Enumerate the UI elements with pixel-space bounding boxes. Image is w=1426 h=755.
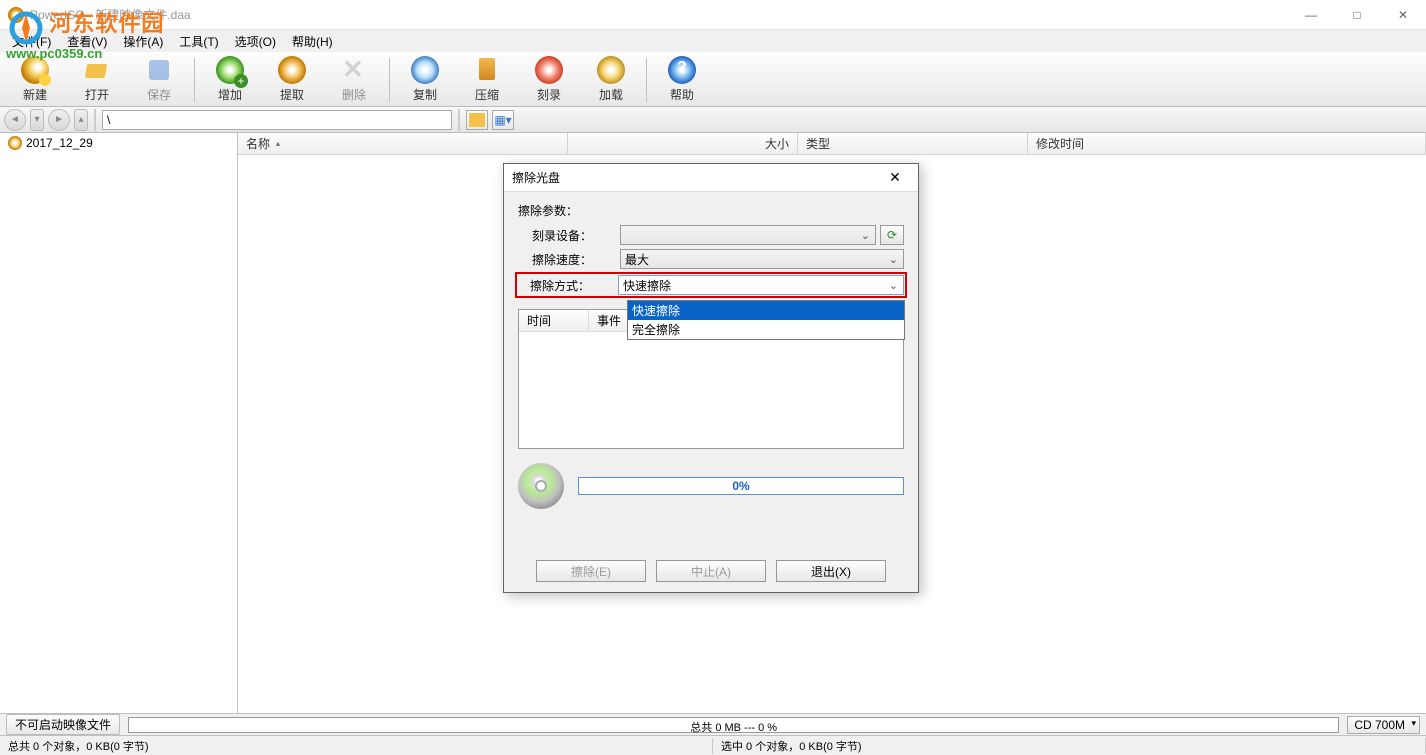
tree-root-label: 2017_12_29 [26,136,93,150]
capacity-text: 总共 0 MB --- 0 % [129,719,1338,735]
col-type[interactable]: 类型 [798,133,1028,154]
status-right: 选中 0 个对象，0 KB(0 字节) [713,738,1426,754]
help-icon [668,56,696,84]
navbar: ◄ ▾ ► ▴ ▦▾ [0,107,1426,133]
save-icon [145,56,173,84]
burn-icon [535,56,563,84]
tb-new[interactable]: 新建 [4,55,66,105]
tb-help[interactable]: 帮助 [651,55,713,105]
col-size[interactable]: 大小 [568,133,798,154]
minimize-button[interactable]: — [1288,0,1334,30]
mount-icon [597,56,625,84]
method-select[interactable]: 快速擦除 [618,275,904,295]
window-title: PowerISO - 新建映像文件.daa [30,6,191,23]
dialog-buttons: 擦除(E) 中止(A) 退出(X) [518,552,904,584]
disc-icon [8,136,22,150]
nav-back[interactable]: ◄ [4,109,26,131]
erase-button: 擦除(E) [536,560,646,582]
tree-root[interactable]: 2017_12_29 [2,135,235,151]
maximize-button[interactable]: □ [1334,0,1380,30]
erase-params-label: 擦除参数： [518,202,904,219]
toolbar-separator [389,58,390,102]
progress-bar: 0% [578,477,904,495]
tree-pane: 2017_12_29 [0,133,238,713]
menu-tools[interactable]: 工具(T) [171,31,226,52]
menu-options[interactable]: 选项(O) [227,31,284,52]
tb-open[interactable]: 打开 [66,55,128,105]
list-header: 名称▴ 大小 类型 修改时间 [238,133,1426,155]
new-icon [21,56,49,84]
device-label: 刻录设备： [532,227,620,244]
list-view-button[interactable]: ▦▾ [492,110,514,130]
speed-select[interactable]: 最大 [620,249,904,269]
tb-burn[interactable]: 刻录 [518,55,580,105]
tb-mount[interactable]: 加载 [580,55,642,105]
device-select[interactable] [620,225,876,245]
method-row: 擦除方式： 快速擦除 [516,273,906,297]
speed-label: 擦除速度： [532,251,620,268]
disc-type-select[interactable]: CD 700M [1347,716,1420,734]
tb-compress[interactable]: 压缩 [456,55,518,105]
disc-image-icon [518,463,564,509]
tb-copy[interactable]: 复制 [394,55,456,105]
menu-help[interactable]: 帮助(H) [284,31,341,52]
method-option-full[interactable]: 完全擦除 [628,320,904,339]
log-col-time[interactable]: 时间 [519,310,589,331]
method-dropdown: 快速擦除 完全擦除 [627,300,905,340]
dialog-titlebar: 擦除光盘 ✕ [504,164,918,192]
refresh-icon: ⟳ [887,228,897,242]
titlebar: PowerISO - 新建映像文件.daa — □ ✕ [0,0,1426,30]
tb-add[interactable]: 增加 [199,55,261,105]
sort-indicator: ▴ [276,139,280,148]
menu-file[interactable]: 文件(F) [4,31,59,52]
status-left: 总共 0 个对象，0 KB(0 字节) [0,738,713,754]
status-bar: 总共 0 个对象，0 KB(0 字节) 选中 0 个对象，0 KB(0 字节) [0,735,1426,755]
method-option-quick[interactable]: 快速擦除 [628,301,904,320]
folder-view-button[interactable] [466,110,488,130]
path-input[interactable] [102,110,452,130]
add-icon [216,56,244,84]
dialog-title-text: 擦除光盘 [512,169,560,186]
nav-separator [458,109,460,131]
boot-type-label[interactable]: 不可启动映像文件 [6,714,120,735]
toolbar-separator [194,58,195,102]
dialog-close-button[interactable]: ✕ [880,169,910,186]
tb-save: 保存 [128,55,190,105]
bottom-info-bar: 不可启动映像文件 总共 0 MB --- 0 % CD 700M [0,713,1426,735]
tb-delete: 删除 [323,55,385,105]
menu-view[interactable]: 查看(V) [59,31,115,52]
menubar: 文件(F) 查看(V) 操作(A) 工具(T) 选项(O) 帮助(H) [0,30,1426,52]
tb-extract[interactable]: 提取 [261,55,323,105]
close-button[interactable]: ✕ [1380,0,1426,30]
speed-row: 擦除速度： 最大 [518,249,904,269]
abort-button: 中止(A) [656,560,766,582]
erase-disc-dialog: 擦除光盘 ✕ 擦除参数： 刻录设备： ⟳ 擦除速度： 最大 擦除方式： 快速擦除… [503,163,919,593]
extract-icon [278,56,306,84]
open-icon [83,56,111,84]
copy-icon [411,56,439,84]
progress-row: 0% [518,463,904,509]
method-label: 擦除方式： [530,277,618,294]
app-icon [8,7,24,23]
delete-icon [340,56,368,84]
device-row: 刻录设备： ⟳ [518,225,904,245]
nav-separator [94,109,96,131]
col-name[interactable]: 名称▴ [238,133,568,154]
capacity-bar: 总共 0 MB --- 0 % [128,717,1339,733]
toolbar-separator [646,58,647,102]
folder-icon [469,113,485,127]
exit-button[interactable]: 退出(X) [776,560,886,582]
col-mtime[interactable]: 修改时间 [1028,133,1426,154]
toolbar: 新建 打开 保存 增加 提取 删除 复制 压缩 刻录 加载 帮助 [0,52,1426,107]
refresh-button[interactable]: ⟳ [880,225,904,245]
nav-back-menu[interactable]: ▾ [30,109,44,131]
nav-up[interactable]: ▴ [74,109,88,131]
menu-action[interactable]: 操作(A) [115,31,171,52]
nav-forward[interactable]: ► [48,109,70,131]
compress-icon [473,56,501,84]
